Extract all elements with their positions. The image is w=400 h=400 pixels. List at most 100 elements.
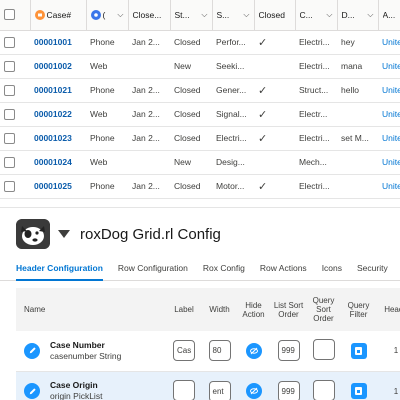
query-filter-icon[interactable] [350, 383, 367, 399]
field-edit-icon[interactable] [24, 342, 40, 359]
col-header-description[interactable]: D... ⌵ [337, 0, 379, 31]
tab-icons[interactable]: Icons [322, 258, 342, 281]
cases-table: Case# ( ⌵ Close... St... ⌵ S... ⌵ Closed [0, 0, 400, 199]
row-select-cell [0, 102, 30, 127]
width-input[interactable]: ent [208, 380, 231, 400]
case-number-link[interactable]: 00001025 [30, 174, 86, 199]
hide-eye-icon[interactable] [245, 342, 262, 359]
config-row[interactable]: Case Number casenumber String Cas 80 999 [16, 331, 400, 372]
tab-row-actions[interactable]: Row Actions [260, 258, 307, 281]
chevron-down-icon[interactable]: ⌵ [117, 10, 123, 20]
row-checkbox[interactable] [4, 36, 15, 48]
label-input[interactable] [173, 379, 195, 400]
caret-down-icon[interactable] [58, 230, 70, 238]
select-all-checkbox[interactable] [4, 9, 15, 21]
status-cell: Closed [170, 102, 212, 127]
account-link[interactable]: Unite [378, 102, 400, 127]
account-link[interactable]: Unite [378, 30, 400, 55]
subject-cell: Electri... [212, 126, 254, 151]
row-checkbox[interactable] [4, 132, 15, 144]
col-header-label: Label [165, 288, 203, 331]
origin-icon [90, 9, 101, 20]
query-sort-order-input[interactable] [312, 339, 335, 361]
col-header-label: S... [216, 9, 230, 20]
roxdog-logo-icon [16, 219, 50, 249]
case-number-link[interactable]: 00001023 [30, 126, 86, 151]
hide-eye-icon[interactable] [245, 383, 262, 399]
field-label: Case Origin [50, 380, 98, 390]
chevron-down-icon[interactable]: ⌵ [367, 10, 373, 20]
width-input[interactable]: 80 [208, 340, 231, 362]
chevron-down-icon[interactable]: ⌵ [201, 10, 207, 20]
row-checkbox[interactable] [4, 156, 15, 168]
status-cell: Closed [170, 30, 212, 55]
col-header-label: D... [341, 9, 355, 20]
origin-cell: Web [86, 150, 128, 175]
col-header-list-sort-order: List Sort Order [271, 288, 306, 331]
col-header-subject[interactable]: S... ⌵ [212, 0, 255, 31]
subject-cell: Desig... [212, 150, 254, 175]
table-row[interactable]: 00001002 Web New Seeki... Electri... man… [0, 54, 400, 79]
closed-date-cell: Jan 2... [128, 78, 170, 103]
chevron-down-icon[interactable]: ⌵ [243, 10, 249, 20]
type-cell: Electri... [295, 30, 337, 55]
account-link[interactable]: Unite [378, 174, 400, 199]
field-edit-icon[interactable] [24, 383, 40, 399]
col-header-account[interactable]: A...⌵ [378, 0, 400, 31]
description-cell: hello [337, 78, 378, 103]
tab-security[interactable]: Security [357, 258, 388, 281]
subject-cell: Gener... [212, 78, 254, 103]
case-number-link[interactable]: 00001022 [30, 102, 86, 127]
grid-header-row: Case# ( ⌵ Close... St... ⌵ S... ⌵ Closed [0, 0, 400, 31]
col-header-case-number[interactable]: Case# [30, 0, 87, 31]
account-link[interactable]: Unite [378, 126, 400, 151]
row-select-cell [0, 150, 30, 175]
field-api-name: casenumber String [50, 350, 122, 361]
table-row[interactable]: 00001023 Phone Jan 2... Closed Electri..… [0, 126, 400, 151]
chevron-down-icon[interactable]: ⌵ [326, 10, 332, 20]
row-checkbox[interactable] [4, 108, 15, 120]
col-header-label: Case# [46, 9, 72, 20]
closed-check-icon: ✓ [254, 102, 295, 127]
row-checkbox[interactable] [4, 60, 15, 72]
config-row[interactable]: Case Origin origin PickList ent 999 1 [16, 371, 400, 400]
row-checkbox[interactable] [4, 180, 15, 192]
tab-row-configuration[interactable]: Row Configuration [118, 258, 188, 281]
case-icon [34, 9, 45, 20]
case-number-link[interactable]: 00001024 [30, 150, 86, 175]
case-number-link[interactable]: 00001002 [30, 54, 86, 79]
account-link[interactable]: Unite [378, 54, 400, 79]
table-row[interactable]: 00001021 Phone Jan 2... Closed Gener... … [0, 78, 400, 103]
tab-rox-config[interactable]: Rox Config [203, 258, 245, 281]
col-header-origin[interactable]: ( ⌵ [86, 0, 129, 31]
closed-check-icon: ✓ [254, 174, 295, 199]
row-select-cell [0, 126, 30, 151]
account-link[interactable]: Unite [378, 78, 400, 103]
query-sort-order-input[interactable] [312, 379, 335, 400]
case-number-link[interactable]: 00001001 [30, 30, 86, 55]
account-link[interactable]: Unite [378, 150, 400, 175]
list-sort-order-input[interactable]: 999 [277, 340, 300, 362]
col-header-status[interactable]: St... ⌵ [170, 0, 213, 31]
label-input[interactable]: Cas [173, 340, 195, 362]
table-row[interactable]: 00001001 Phone Jan 2... Closed Perfor...… [0, 30, 400, 55]
origin-cell: Web [86, 54, 128, 79]
tab-header-configuration[interactable]: Header Configuration [16, 258, 103, 281]
type-cell: Electri... [295, 126, 337, 151]
case-number-link[interactable]: 00001021 [30, 78, 86, 103]
type-cell: Electri... [295, 54, 337, 79]
col-header-closed[interactable]: Closed [254, 0, 296, 31]
table-row[interactable]: 00001024 Web New Desig... Mech... Unite [0, 150, 400, 175]
row-checkbox[interactable] [4, 84, 15, 96]
col-header-closed-date[interactable]: Close... [128, 0, 171, 31]
description-cell [337, 150, 378, 175]
row-select-cell [0, 54, 30, 79]
col-header-type[interactable]: C... ⌵ [295, 0, 338, 31]
list-sort-order-input[interactable]: 999 [277, 380, 300, 400]
row-select-cell [0, 78, 30, 103]
origin-cell: Phone [86, 174, 128, 199]
query-filter-icon[interactable] [350, 342, 367, 359]
config-header-row: Name Label Width Hide Action List Sort O… [16, 288, 400, 331]
table-row[interactable]: 00001022 Web Jan 2... Closed Signal... ✓… [0, 102, 400, 127]
table-row[interactable]: 00001025 Phone Jan 2... Closed Motor... … [0, 174, 400, 199]
